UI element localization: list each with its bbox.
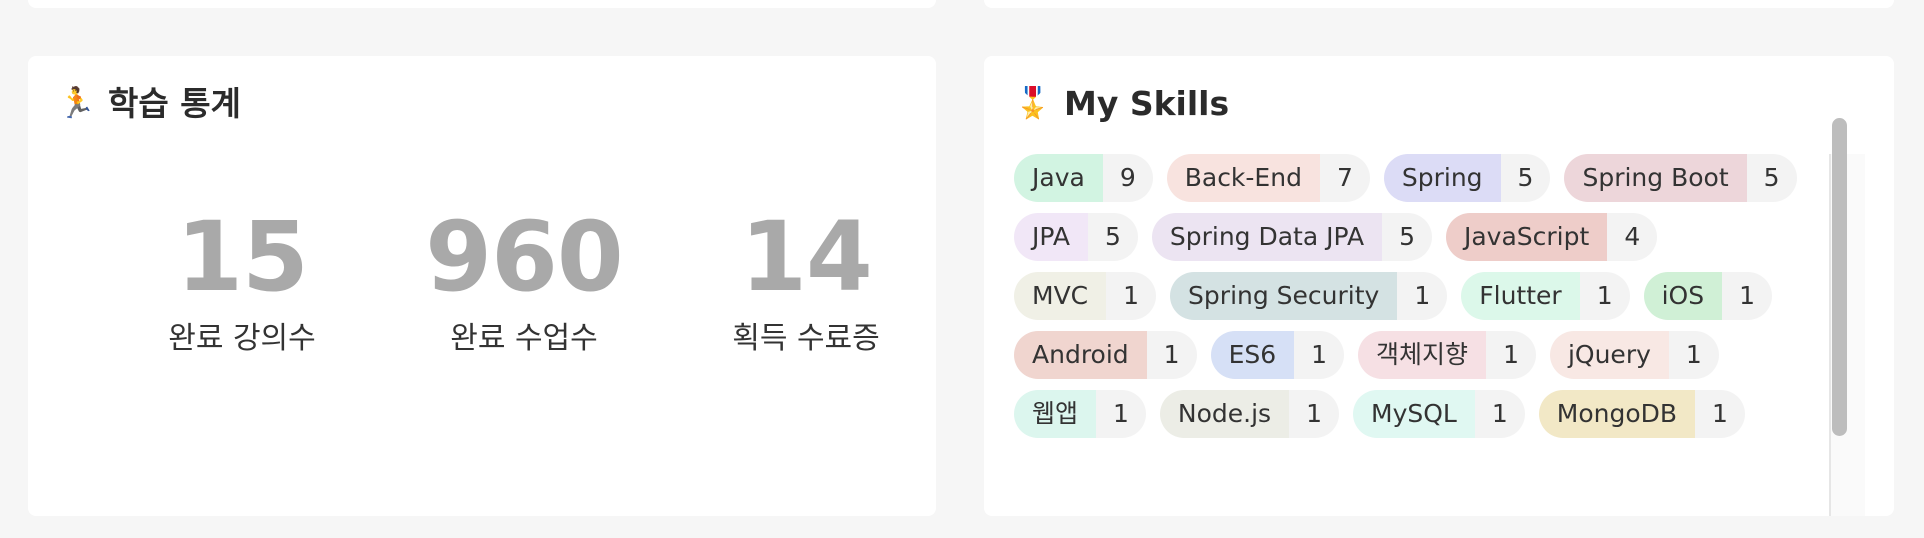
skill-tag-count: 5 [1500, 154, 1551, 202]
skill-tag-name: JPA [1014, 213, 1088, 261]
skill-tag[interactable]: 웹앱 1 [1014, 390, 1146, 438]
skill-tag[interactable]: MVC 1 [1014, 272, 1157, 320]
skill-tag-count: 5 [1087, 213, 1138, 261]
skill-tag-count: 5 [1746, 154, 1797, 202]
skill-tag-count: 1 [1096, 390, 1146, 438]
skill-tag-count: 1 [1294, 331, 1345, 379]
stat-label: 완료 수업수 [450, 321, 598, 356]
skill-tag-count: 1 [1106, 272, 1157, 320]
skill-tag-count: 1 [1474, 390, 1525, 438]
skill-tag-count: 7 [1319, 154, 1370, 202]
skill-tag-count: 1 [1722, 272, 1772, 320]
skills-card-header: 🎖️ My Skills [1014, 80, 1229, 128]
skill-tag[interactable]: Back-End 7 [1166, 154, 1370, 202]
scrollbar-thumb[interactable] [1832, 118, 1847, 436]
skill-tag-name: 웹앱 [1014, 390, 1097, 438]
skill-tag[interactable]: JPA 5 [1014, 213, 1138, 261]
skill-row: 웹앱 1 Node.js 1 MySQL 1 MongoDB 1 [1014, 390, 1745, 438]
skill-row: Android 1 ES6 1 객체지향 1 jQuery 1 [1014, 331, 1719, 379]
skill-tag-name: MySQL [1353, 390, 1475, 438]
skill-tag-count: 9 [1102, 154, 1153, 202]
skill-tag[interactable]: iOS 1 [1643, 272, 1772, 320]
stat-value: 960 [425, 201, 623, 313]
skill-tag-name: 객체지향 [1358, 331, 1487, 379]
skill-tag-name: MongoDB [1538, 390, 1696, 438]
skills-card-title: My Skills [1064, 84, 1230, 123]
skill-tag-name: ES6 [1210, 331, 1295, 379]
skill-tag-count: 4 [1607, 213, 1658, 261]
skill-tag[interactable]: JavaScript 4 [1445, 213, 1658, 261]
stats-card-title: 학습 통계 [108, 84, 241, 123]
skill-tag-name: Back-End [1166, 154, 1320, 202]
skill-tag-count: 1 [1486, 331, 1536, 379]
skill-tag-name: Java [1014, 154, 1103, 202]
stat-label: 완료 강의수 [168, 321, 316, 356]
running-person-icon: 🏃 [58, 86, 96, 121]
medal-icon: 🎖️ [1014, 86, 1052, 121]
skill-tag-count: 1 [1289, 390, 1339, 438]
skill-tag[interactable]: Spring Boot 5 [1564, 154, 1797, 202]
previous-card-left [28, 0, 936, 8]
skill-tag[interactable]: Node.js 1 [1159, 390, 1339, 438]
skill-tag-name: iOS [1643, 272, 1723, 320]
stat-row: 15 완료 강의수 960 완료 수업수 14 획득 수료증 [101, 201, 936, 361]
skill-row: Java 9 Back-End 7 Spring 5 Spring Boot 5 [1014, 154, 1797, 202]
skill-tag-name: MVC [1014, 272, 1107, 320]
skill-tag-name: Android [1014, 331, 1147, 379]
skill-tag[interactable]: 객체지향 1 [1358, 331, 1536, 379]
skill-tag[interactable]: ES6 1 [1210, 331, 1345, 379]
previous-card-right [984, 0, 1894, 8]
stat-value: 15 [176, 201, 309, 313]
skill-tag[interactable]: MongoDB 1 [1538, 390, 1745, 438]
skill-tag-name: jQuery [1549, 331, 1669, 379]
skill-tag-count: 1 [1579, 272, 1630, 320]
skill-tag-name: Spring Data JPA [1151, 213, 1383, 261]
stat-certificates: 14 획득 수료증 [665, 201, 936, 361]
skill-tag-count: 1 [1146, 331, 1197, 379]
stat-label: 획득 수료증 [732, 321, 880, 356]
skill-row: JPA 5 Spring Data JPA 5 JavaScript 4 [1014, 213, 1658, 261]
stat-completed-courses: 15 완료 강의수 [101, 201, 383, 361]
my-skills-card: 🎖️ My Skills Java 9 Back-End 7 Spring 5 Spring… [984, 56, 1894, 516]
stat-value: 14 [740, 201, 873, 313]
skill-tag-count: 1 [1695, 390, 1745, 438]
skill-tag-list: Java 9 Back-End 7 Spring 5 Spring Boot 5 JPA 5 Spr… [1014, 154, 1820, 516]
skill-tag[interactable]: Spring Security 1 [1170, 272, 1448, 320]
skill-tag[interactable]: Flutter 1 [1461, 272, 1630, 320]
skill-row: MVC 1 Spring Security 1 Flutter 1 iOS 1 [1014, 272, 1772, 320]
skill-tag-name: Flutter [1461, 272, 1580, 320]
stats-card-header: 🏃 학습 통계 [58, 80, 241, 128]
stat-completed-lessons: 960 완료 수업수 [383, 201, 665, 361]
skill-tag-count: 1 [1397, 272, 1448, 320]
learning-stats-card: 🏃 학습 통계 15 완료 강의수 960 완료 수업수 14 획득 수료증 [28, 56, 936, 516]
skill-tag[interactable]: jQuery 1 [1549, 331, 1719, 379]
skill-tag-count: 5 [1382, 213, 1432, 261]
skill-tag-name: Spring [1383, 154, 1501, 202]
skill-tag-count: 1 [1668, 331, 1719, 379]
skill-tag-name: JavaScript [1445, 213, 1608, 261]
skill-tag-name: Spring Boot [1564, 154, 1747, 202]
skill-tag-name: Spring Security [1170, 272, 1398, 320]
skill-tag[interactable]: Java 9 [1014, 154, 1153, 202]
skill-tag[interactable]: Android 1 [1014, 331, 1197, 379]
skill-tag[interactable]: MySQL 1 [1353, 390, 1525, 438]
skill-tag[interactable]: Spring Data JPA 5 [1151, 213, 1432, 261]
skill-tag[interactable]: Spring 5 [1383, 154, 1551, 202]
skill-tag-name: Node.js [1159, 390, 1290, 438]
